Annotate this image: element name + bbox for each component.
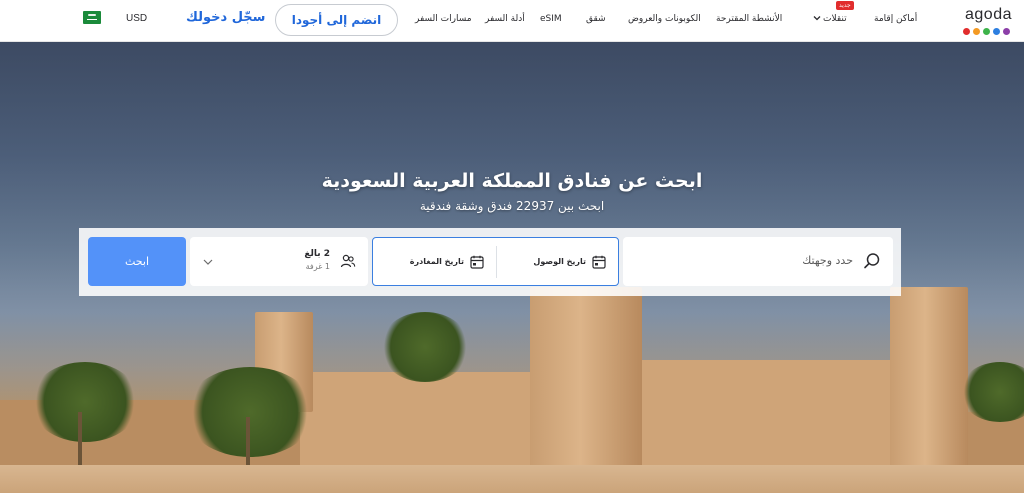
saudi-flag-icon[interactable] bbox=[83, 11, 101, 24]
nav-item-apartments[interactable]: شقق bbox=[586, 14, 606, 24]
palm-tree bbox=[30, 362, 140, 442]
checkout-label[interactable]: تاريخ المغادرة bbox=[410, 257, 464, 266]
logo-wordmark: agoda bbox=[965, 6, 1012, 23]
fort-tower bbox=[530, 287, 642, 482]
destination-placeholder: حدد وجهتك bbox=[802, 254, 853, 267]
nav-item-activities[interactable]: الأنشطة المقترحة bbox=[716, 14, 782, 24]
join-agoda-button[interactable]: انضم إلى أجودا bbox=[275, 4, 398, 36]
logo-dot bbox=[993, 28, 1000, 35]
fort-tower bbox=[890, 287, 968, 477]
palm-tree bbox=[185, 367, 315, 457]
agoda-logo[interactable]: agoda bbox=[954, 4, 1012, 38]
destination-input[interactable]: حدد وجهتك bbox=[623, 237, 893, 286]
top-navigation-bar: agoda أماكن إقامة تنقلات جديد الأنشطة ال… bbox=[0, 0, 1024, 42]
rooms-count: 1 غرفة bbox=[305, 262, 330, 271]
sign-in-link[interactable]: سجّل دخولك bbox=[186, 10, 265, 25]
chevron-down-icon[interactable] bbox=[202, 253, 214, 265]
nav-item-travel-routes[interactable]: مسارات السفر bbox=[415, 14, 472, 24]
new-badge: جديد bbox=[836, 1, 854, 10]
calendar-checkout-icon bbox=[470, 254, 484, 269]
sand-ground bbox=[0, 465, 1024, 493]
calendar-checkin-icon bbox=[592, 254, 606, 269]
date-divider bbox=[496, 246, 497, 278]
nav-item-travel-guides[interactable]: أدلة السفر bbox=[485, 14, 525, 24]
currency-selector[interactable]: USD bbox=[126, 13, 147, 24]
logo-dot bbox=[963, 28, 970, 35]
guests-rooms-selector[interactable]: 2 بالغ 1 غرفة bbox=[190, 237, 368, 286]
people-icon bbox=[340, 253, 356, 269]
nav-item-stays[interactable]: أماكن إقامة bbox=[874, 14, 917, 24]
logo-dot bbox=[983, 28, 990, 35]
hero-title: ابحث عن فنادق المملكة العربية السعودية bbox=[321, 170, 703, 192]
logo-dots bbox=[963, 28, 1010, 35]
hero-subtitle: ابحث بين 22937 فندق وشقة فندقية bbox=[419, 199, 605, 213]
logo-dot bbox=[1003, 28, 1010, 35]
nav-item-coupons[interactable]: الكوبونات والعروض bbox=[628, 14, 701, 24]
search-button[interactable]: ابحث bbox=[88, 237, 186, 286]
date-range-picker[interactable]: تاريخ الوصول تاريخ المغادرة bbox=[372, 237, 619, 286]
nav-item-esim[interactable]: eSIM bbox=[540, 14, 562, 24]
logo-dot bbox=[973, 28, 980, 35]
palm-tree bbox=[380, 312, 470, 382]
nav-item-flights[interactable]: تنقلات bbox=[823, 14, 847, 24]
chevron-down-icon[interactable] bbox=[812, 13, 822, 26]
search-icon bbox=[863, 252, 881, 270]
adults-count: 2 بالغ bbox=[304, 249, 330, 259]
checkin-label[interactable]: تاريخ الوصول bbox=[533, 257, 586, 266]
